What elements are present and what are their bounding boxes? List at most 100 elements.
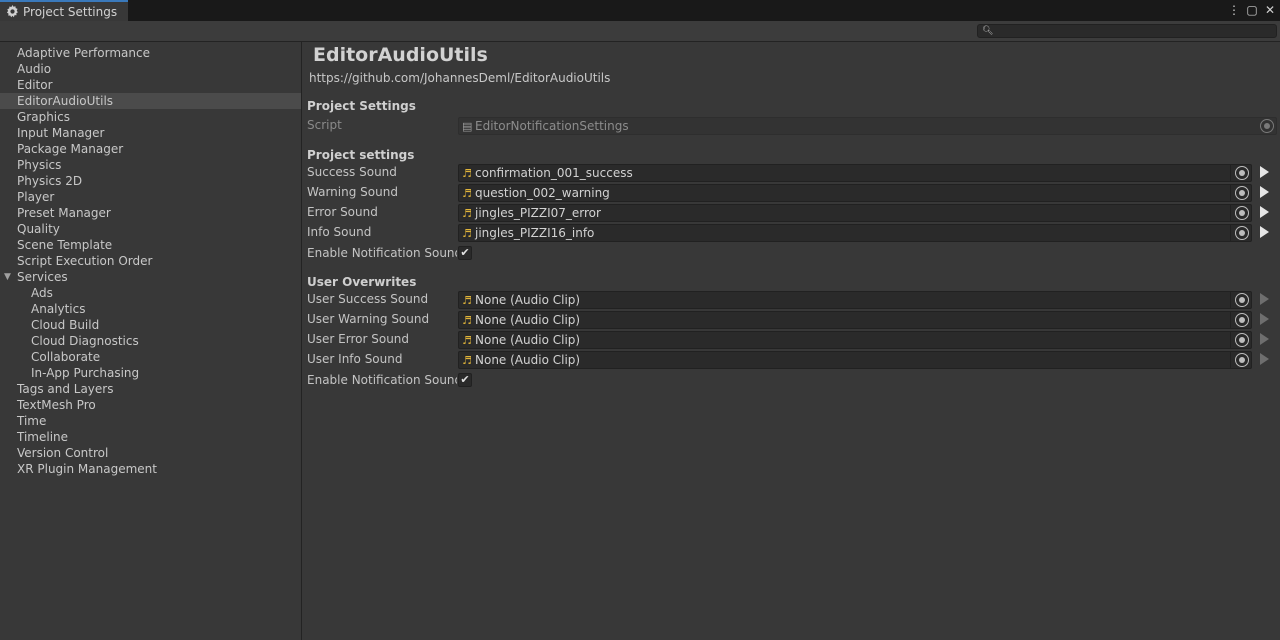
play-icon[interactable] [1260, 293, 1269, 305]
object-picker-icon [1260, 119, 1274, 133]
user-sound-field[interactable]: ♬ None (Audio Clip) [458, 291, 1252, 309]
play-icon[interactable] [1260, 226, 1269, 238]
music-note-icon: ♬ [462, 187, 472, 200]
user-sound-value: None (Audio Clip) [475, 353, 581, 367]
field-divider [1230, 312, 1231, 328]
sidebar-item-scene-template[interactable]: Scene Template [0, 237, 301, 253]
play-icon[interactable] [1260, 186, 1269, 198]
field-divider [1230, 332, 1231, 348]
enable-notification-checkbox[interactable]: ✔ [458, 246, 472, 260]
sidebar-item-analytics[interactable]: Analytics [0, 301, 301, 317]
settings-header: Project settings [307, 148, 415, 162]
object-picker-icon[interactable] [1235, 166, 1249, 180]
sidebar-item-adaptive-performance[interactable]: Adaptive Performance [0, 45, 301, 61]
play-icon[interactable] [1260, 206, 1269, 218]
sidebar-item-player[interactable]: Player [0, 189, 301, 205]
sidebar-item-graphics[interactable]: Graphics [0, 109, 301, 125]
project-settings-header: Project Settings [307, 99, 416, 113]
user-sound-field[interactable]: ♬ None (Audio Clip) [458, 331, 1252, 349]
sidebar-item-label: Quality [17, 222, 60, 236]
field-divider [1230, 225, 1231, 241]
music-note-icon: ♬ [462, 314, 472, 327]
sound-row: Warning Sound ♬ question_002_warning [307, 184, 1277, 202]
object-picker-icon[interactable] [1235, 206, 1249, 220]
music-note-icon: ♬ [462, 167, 472, 180]
repo-url-link[interactable]: https://github.com/JohannesDeml/EditorAu… [309, 71, 610, 85]
sidebar-item-tags-and-layers[interactable]: Tags and Layers [0, 381, 301, 397]
sidebar-item-textmesh-pro[interactable]: TextMesh Pro [0, 397, 301, 413]
sidebar-item-collaborate[interactable]: Collaborate [0, 349, 301, 365]
sidebar-item-label: Tags and Layers [17, 382, 114, 396]
sound-row: Info Sound ♬ jingles_PIZZI16_info [307, 224, 1277, 242]
music-note-icon: ♬ [462, 334, 472, 347]
user-sound-value: None (Audio Clip) [475, 313, 581, 327]
script-value: EditorNotificationSettings [475, 119, 629, 133]
object-picker-icon[interactable] [1235, 353, 1249, 367]
sidebar-item-preset-manager[interactable]: Preset Manager [0, 205, 301, 221]
play-icon[interactable] [1260, 313, 1269, 325]
object-picker-icon[interactable] [1235, 333, 1249, 347]
sidebar-item-editor[interactable]: Editor [0, 77, 301, 93]
sidebar-item-time[interactable]: Time [0, 413, 301, 429]
user-sound-label: User Error Sound [307, 332, 410, 346]
search-icon: 🔍︎ [982, 26, 994, 36]
sidebar-item-physics[interactable]: Physics [0, 157, 301, 173]
gear-icon [6, 5, 18, 18]
sidebar-item-quality[interactable]: Quality [0, 221, 301, 237]
object-picker-icon[interactable] [1235, 293, 1249, 307]
tab-title: Project Settings [23, 4, 118, 19]
user-sound-field[interactable]: ♬ None (Audio Clip) [458, 351, 1252, 369]
sidebar-item-label: TextMesh Pro [17, 398, 96, 412]
sidebar-item-xr-plugin-management[interactable]: XR Plugin Management [0, 461, 301, 477]
sidebar-item-package-manager[interactable]: Package Manager [0, 141, 301, 157]
sidebar-item-cloud-diagnostics[interactable]: Cloud Diagnostics [0, 333, 301, 349]
sidebar-item-timeline[interactable]: Timeline [0, 429, 301, 445]
sound-field[interactable]: ♬ jingles_PIZZI16_info [458, 224, 1252, 242]
sound-field[interactable]: ♬ jingles_PIZZI07_error [458, 204, 1252, 222]
tab-project-settings[interactable]: Project Settings [0, 0, 128, 21]
maximize-icon[interactable]: ▢ [1246, 2, 1258, 18]
music-note-icon: ♬ [462, 207, 472, 220]
sidebar-item-editoraudioutils[interactable]: EditorAudioUtils [0, 93, 301, 109]
sidebar-item-services[interactable]: ▼ Services [0, 269, 301, 285]
play-icon[interactable] [1260, 333, 1269, 345]
sound-field[interactable]: ♬ question_002_warning [458, 184, 1252, 202]
sidebar-item-label: Player [17, 190, 55, 204]
sidebar-item-ads[interactable]: Ads [0, 285, 301, 301]
sidebar-item-script-execution-order[interactable]: Script Execution Order [0, 253, 301, 269]
settings-sidebar: Adaptive Performance Audio Editor EditorAud… [0, 42, 302, 640]
object-picker-icon[interactable] [1235, 226, 1249, 240]
object-picker-icon[interactable] [1235, 313, 1249, 327]
sidebar-item-label: Cloud Build [31, 318, 100, 332]
sidebar-item-physics-2d[interactable]: Physics 2D [0, 173, 301, 189]
search-input[interactable]: 🔍︎ [977, 24, 1277, 38]
sidebar-item-audio[interactable]: Audio [0, 61, 301, 77]
play-icon[interactable] [1260, 166, 1269, 178]
field-divider [1230, 352, 1231, 368]
user-sound-value: None (Audio Clip) [475, 293, 581, 307]
foldout-arrow-icon[interactable]: ▼ [4, 269, 11, 285]
toolbar: 🔍︎ [0, 21, 1280, 42]
more-options-icon[interactable]: ⋮ [1228, 2, 1240, 18]
sidebar-item-input-manager[interactable]: Input Manager [0, 125, 301, 141]
sound-value: confirmation_001_success [475, 166, 633, 180]
sidebar-item-label: Preset Manager [17, 206, 111, 220]
user-enable-notification-checkbox[interactable]: ✔ [458, 373, 472, 387]
sidebar-item-in-app-purchasing[interactable]: In-App Purchasing [0, 365, 301, 381]
sidebar-item-label: Analytics [31, 302, 86, 316]
field-divider [1230, 185, 1231, 201]
sidebar-item-cloud-build[interactable]: Cloud Build [0, 317, 301, 333]
user-overwrites-header: User Overwrites [307, 275, 417, 289]
sound-value: jingles_PIZZI07_error [475, 206, 601, 220]
close-icon[interactable]: ✕ [1264, 2, 1276, 18]
music-note-icon: ♬ [462, 354, 472, 367]
sound-field[interactable]: ♬ confirmation_001_success [458, 164, 1252, 182]
sidebar-item-version-control[interactable]: Version Control [0, 445, 301, 461]
user-sound-field[interactable]: ♬ None (Audio Clip) [458, 311, 1252, 329]
sidebar-item-label: Script Execution Order [17, 254, 153, 268]
sound-label: Info Sound [307, 225, 372, 239]
play-icon[interactable] [1260, 353, 1269, 365]
object-picker-icon[interactable] [1235, 186, 1249, 200]
sidebar-item-label: Version Control [17, 446, 109, 460]
sidebar-item-label: EditorAudioUtils [17, 94, 114, 108]
